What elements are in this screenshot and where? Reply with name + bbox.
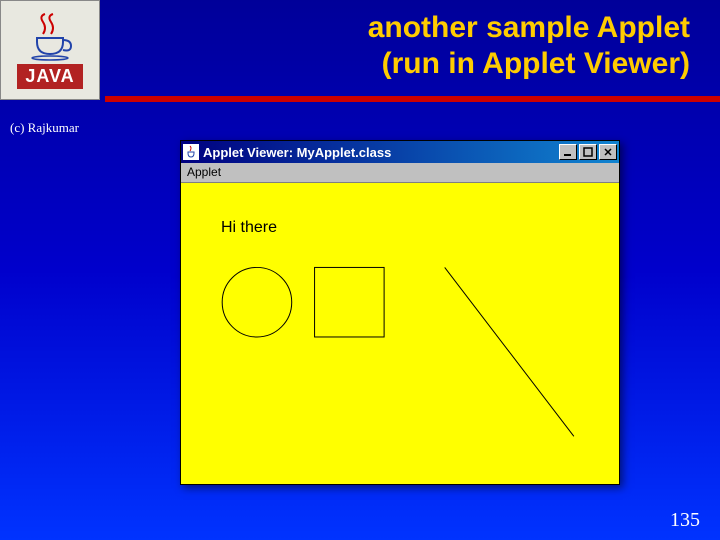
java-cup-icon xyxy=(25,12,75,62)
applet-drawing xyxy=(181,183,619,484)
menu-bar: Applet xyxy=(181,163,619,183)
java-logo: JAVA xyxy=(0,0,100,100)
applet-canvas: Hi there xyxy=(181,183,619,484)
maximize-button[interactable] xyxy=(579,144,597,160)
circle-shape xyxy=(222,267,292,337)
divider-rule xyxy=(105,96,720,102)
window-icon xyxy=(183,144,199,160)
slide-title: another sample Applet (run in Applet Vie… xyxy=(110,10,710,82)
minimize-button[interactable] xyxy=(559,144,577,160)
window-titlebar[interactable]: Applet Viewer: MyApplet.class xyxy=(181,141,619,163)
maximize-icon xyxy=(583,147,593,157)
minimize-icon xyxy=(563,147,573,157)
applet-viewer-window: Applet Viewer: MyApplet.class Applet Hi … xyxy=(180,140,620,485)
java-logo-text: JAVA xyxy=(17,64,82,89)
window-title: Applet Viewer: MyApplet.class xyxy=(203,145,559,160)
window-controls xyxy=(559,144,617,160)
copyright-text: (c) Rajkumar xyxy=(10,120,79,136)
square-shape xyxy=(315,267,385,337)
title-line-1: another sample Applet xyxy=(110,10,690,46)
title-line-2: (run in Applet Viewer) xyxy=(110,46,690,82)
menu-item-applet[interactable]: Applet xyxy=(187,165,221,179)
close-button[interactable] xyxy=(599,144,617,160)
slide-number: 135 xyxy=(670,509,700,532)
line-shape xyxy=(445,267,574,436)
close-icon xyxy=(603,147,613,157)
